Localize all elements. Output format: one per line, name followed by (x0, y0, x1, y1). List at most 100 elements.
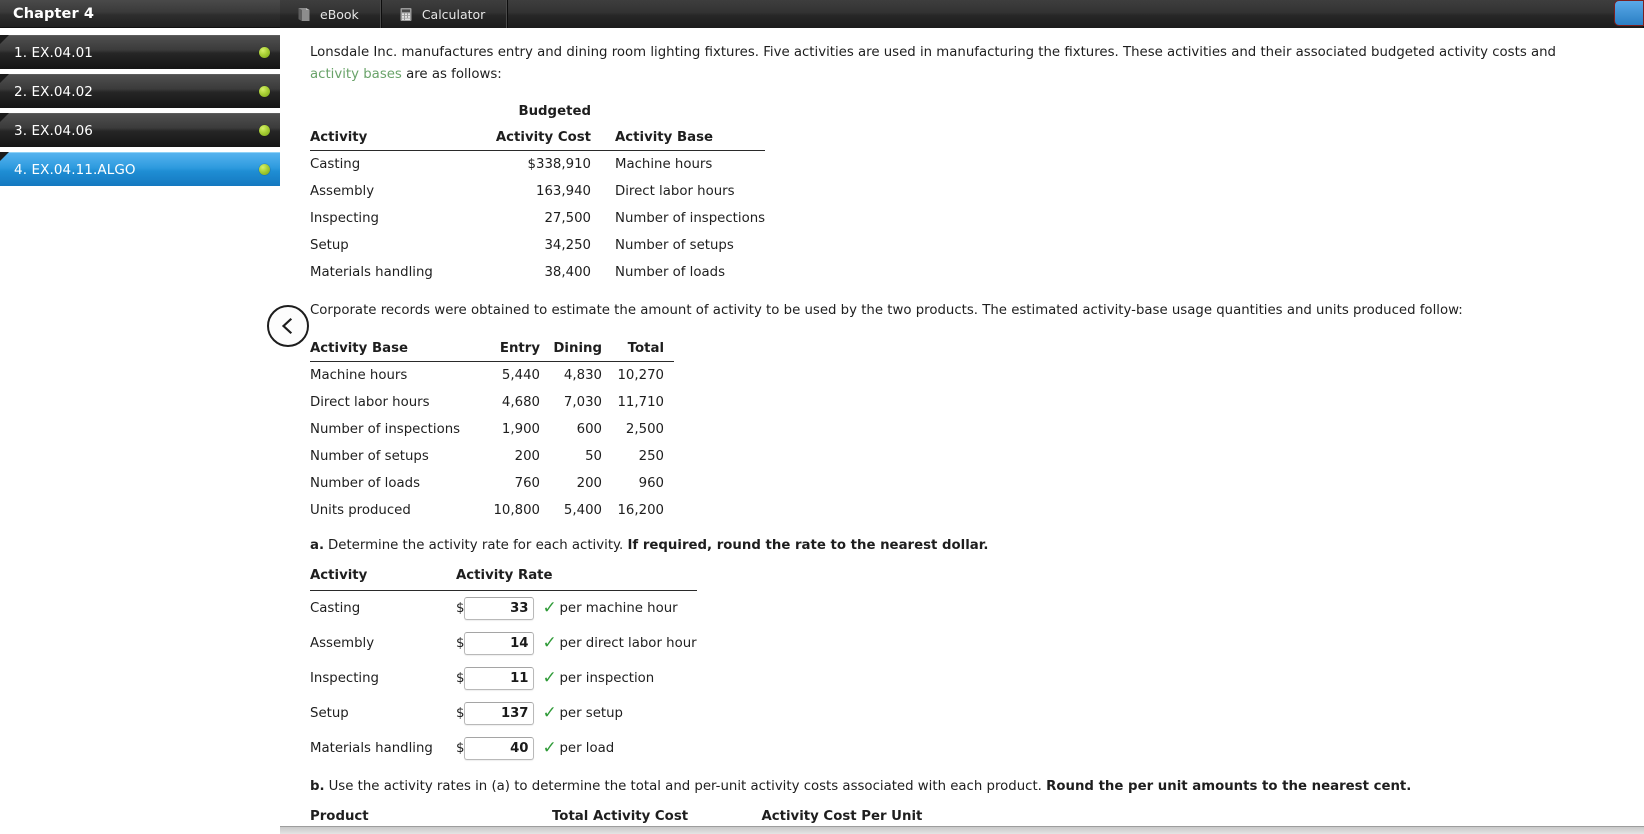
unit-label: per inspection (559, 670, 655, 686)
col-header-activity-base: Activity Base (603, 124, 766, 152)
book-icon (298, 7, 310, 21)
activity-rate-input-assembly[interactable] (464, 631, 535, 655)
table-row: Setup $ ✓ per setup (310, 696, 697, 731)
table-row: Machine hours 5,440 4,830 10,270 (310, 361, 674, 389)
cell-activity: Assembly (310, 184, 375, 200)
table-subheader-row: Budgeted (310, 98, 765, 124)
dollar-sign: $ (456, 705, 465, 721)
cell-activity: Casting (310, 157, 361, 173)
cell-total: 11,710 (617, 394, 664, 410)
chevron-left-icon (281, 317, 293, 335)
cell-base: Number of loads (615, 265, 726, 281)
sidebar-item-label: 2. EX.04.02 (14, 83, 93, 100)
cell-cost: 34,250 (544, 238, 591, 254)
table-row: Materials handling 38,400 Number of load… (310, 259, 765, 286)
cell-activity: Assembly (310, 635, 375, 651)
cell-entry: 10,800 (493, 502, 540, 518)
content-bottom-bar (280, 826, 1644, 834)
tab-bar: eBook Calculator (280, 0, 1644, 28)
cell-base: Machine hours (615, 157, 713, 173)
cell-activity-setup-link[interactable]: Setup (310, 232, 478, 259)
activity-rate-input-setup[interactable] (464, 701, 535, 725)
cell-base: Units produced (310, 502, 411, 518)
table-row: Setup 34,250 Number of setups (310, 232, 765, 259)
table-row: Direct labor hours 4,680 7,030 11,710 (310, 389, 674, 416)
cell-total: 16,200 (617, 502, 664, 518)
cell-base: Number of inspections (615, 211, 766, 227)
status-dot-icon (259, 86, 270, 97)
correct-check-icon: ✓ (542, 597, 557, 618)
unit-label: per machine hour (559, 600, 678, 616)
col-header-dining: Dining (550, 334, 612, 362)
correct-check-icon: ✓ (542, 702, 557, 723)
cell-total: 250 (638, 448, 664, 464)
question-a-text: Determine the activity rate for each act… (328, 537, 628, 553)
sidebar-item-ex-04-02[interactable]: 2. EX.04.02 (0, 74, 280, 108)
status-dot-icon (259, 47, 270, 58)
dollar-sign: $ (456, 740, 465, 756)
assignment-nav-list: 1. EX.04.01 2. EX.04.02 3. EX.04.06 4. E… (0, 28, 280, 186)
cell-activity: Materials handling (310, 265, 433, 281)
cell-dining: 50 (585, 448, 602, 464)
tab-label: Calculator (421, 6, 486, 22)
cell-activity: Materials handling (310, 740, 433, 756)
sidebar-item-ex-04-11-algo[interactable]: 4. EX.04.11.ALGO (0, 152, 280, 186)
intro-text-part2: are as follows: (401, 66, 502, 82)
unit-label: per direct labor hour (559, 635, 697, 651)
blank-header-2 (603, 98, 765, 124)
cell-total: 10,270 (617, 367, 664, 383)
table-row: Number of setups 200 50 250 (310, 443, 674, 470)
question-b-bold: Round the per unit amounts to the neares… (1046, 778, 1412, 794)
activity-rate-input-casting[interactable] (464, 596, 535, 620)
table-row: Assembly 163,940 Direct labor hours (310, 178, 765, 205)
col-header-activity-base: Activity Base (310, 334, 488, 362)
budgeted-activity-cost-table: Budgeted Activity Activity Cost Activity… (310, 98, 766, 286)
question-b: b. Use the activity rates in (a) to deter… (310, 779, 1600, 794)
col-header-entry: Entry (488, 334, 550, 362)
cell-entry: 5,440 (501, 367, 540, 383)
cell-base: Number of setups (310, 448, 429, 464)
cell-activity: Inspecting (310, 670, 379, 686)
dollar-sign: $ (456, 635, 465, 651)
tab-ebook[interactable]: eBook (280, 0, 382, 28)
cell-entry: 760 (514, 475, 540, 491)
activity-rate-input-materials-handling[interactable] (464, 736, 535, 760)
intro-text-part1: Lonsdale Inc. manufactures entry and din… (310, 45, 1556, 60)
activity-bases-link[interactable]: activity bases (310, 67, 402, 82)
top-right-action-button[interactable] (1614, 0, 1644, 26)
cell-dining: 200 (576, 475, 602, 491)
question-a-bold: If required, round the rate to the neare… (627, 537, 989, 553)
corporate-records-paragraph: Corporate records were obtained to estim… (310, 303, 1463, 319)
dollar-sign: $ (456, 600, 465, 616)
question-a: a. Determine the activity rate for each a… (310, 538, 1600, 553)
tab-calculator[interactable]: Calculator (382, 0, 509, 28)
blank-header (310, 98, 478, 124)
question-b-text: Use the activity rates in (a) to determi… (328, 778, 1047, 794)
assignment-sidebar: Chapter 4 1. EX.04.01 2. EX.04.02 3. EX.… (0, 0, 280, 834)
cell-activity-setup-link[interactable]: Setup (310, 696, 456, 731)
sidebar-item-ex-04-01[interactable]: 1. EX.04.01 (0, 35, 280, 69)
cell-dining: 600 (576, 421, 602, 437)
cell-total: 2,500 (625, 421, 664, 437)
cell-entry: 4,680 (501, 394, 540, 410)
table-row: Units produced 10,800 5,400 16,200 (310, 497, 674, 524)
cell-base: Direct labor hours (615, 184, 735, 200)
correct-check-icon: ✓ (542, 632, 557, 653)
cell-cost: 163,940 (536, 184, 591, 200)
calculator-icon (400, 7, 412, 21)
question-b-label: b. (310, 778, 325, 794)
table-row: Materials handling $ ✓ per load (310, 731, 697, 766)
cell-cost: 27,500 (544, 211, 591, 227)
sidebar-collapse-button[interactable] (267, 305, 309, 347)
intro-paragraph: Lonsdale Inc. manufactures entry and din… (310, 42, 1600, 85)
question-a-label: a. (310, 537, 325, 553)
sidebar-item-ex-04-06[interactable]: 3. EX.04.06 (0, 113, 280, 147)
col-header-activity-cost: Activity Cost (478, 124, 603, 152)
cell-activity: Casting (310, 600, 361, 616)
cell-base: Number of inspections (310, 421, 461, 437)
cell-base: Machine hours (310, 367, 408, 383)
cell-dining: 7,030 (563, 394, 602, 410)
app-window: Chapter 4 1. EX.04.01 2. EX.04.02 3. EX.… (0, 0, 1644, 834)
unit-label: per load (559, 740, 615, 756)
activity-rate-input-inspecting[interactable] (464, 666, 535, 690)
